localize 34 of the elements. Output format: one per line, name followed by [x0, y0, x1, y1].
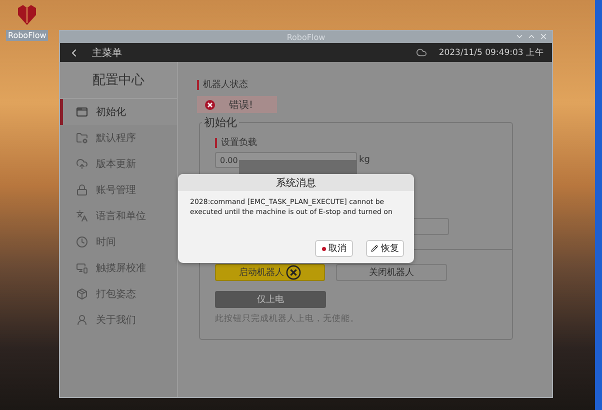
- cloud-upload-icon: [76, 158, 88, 170]
- payload-label: 设置负载: [215, 138, 257, 148]
- start-robot-button[interactable]: 启动机器人: [215, 264, 325, 281]
- datetime-text: 2023/11/5 09:49:03 上午: [438, 46, 544, 58]
- stop-robot-button[interactable]: 关闭机器人: [336, 264, 447, 281]
- clock-icon: [76, 236, 88, 248]
- close-icon[interactable]: [539, 32, 548, 41]
- folder-icon: [76, 132, 88, 144]
- group-title: 初始化: [203, 115, 238, 130]
- sidebar-title: 配置中心: [60, 62, 177, 99]
- package-icon: [76, 288, 88, 300]
- dot-icon: [322, 246, 326, 250]
- cloud-icon: [416, 47, 427, 58]
- back-label[interactable]: 主菜单: [92, 46, 122, 60]
- minimize-icon[interactable]: [515, 32, 524, 41]
- status-label: 机器人状态: [197, 80, 248, 90]
- power-only-button[interactable]: 仅上电: [215, 291, 326, 308]
- sidebar-item[interactable]: 初始化: [60, 99, 177, 125]
- window-title: RoboFlow: [286, 32, 326, 42]
- dialog-title: 系统消息: [178, 174, 414, 191]
- window-icon: [76, 106, 88, 118]
- app-icon-label[interactable]: RoboFlow: [6, 30, 48, 41]
- user-icon: [76, 314, 88, 326]
- cancel-button[interactable]: 取消: [315, 240, 353, 257]
- maximize-icon[interactable]: [527, 32, 536, 41]
- error-status-text: 错误!: [229, 98, 254, 112]
- recover-button[interactable]: 恢复: [366, 240, 404, 257]
- error-icon: [205, 100, 215, 110]
- lock-icon: [76, 184, 88, 196]
- monitor-icon: [76, 262, 88, 274]
- payload-unit: kg: [359, 155, 370, 165]
- pencil-icon: [371, 245, 378, 252]
- language-icon: [76, 210, 88, 222]
- x-circle-icon: [286, 265, 301, 280]
